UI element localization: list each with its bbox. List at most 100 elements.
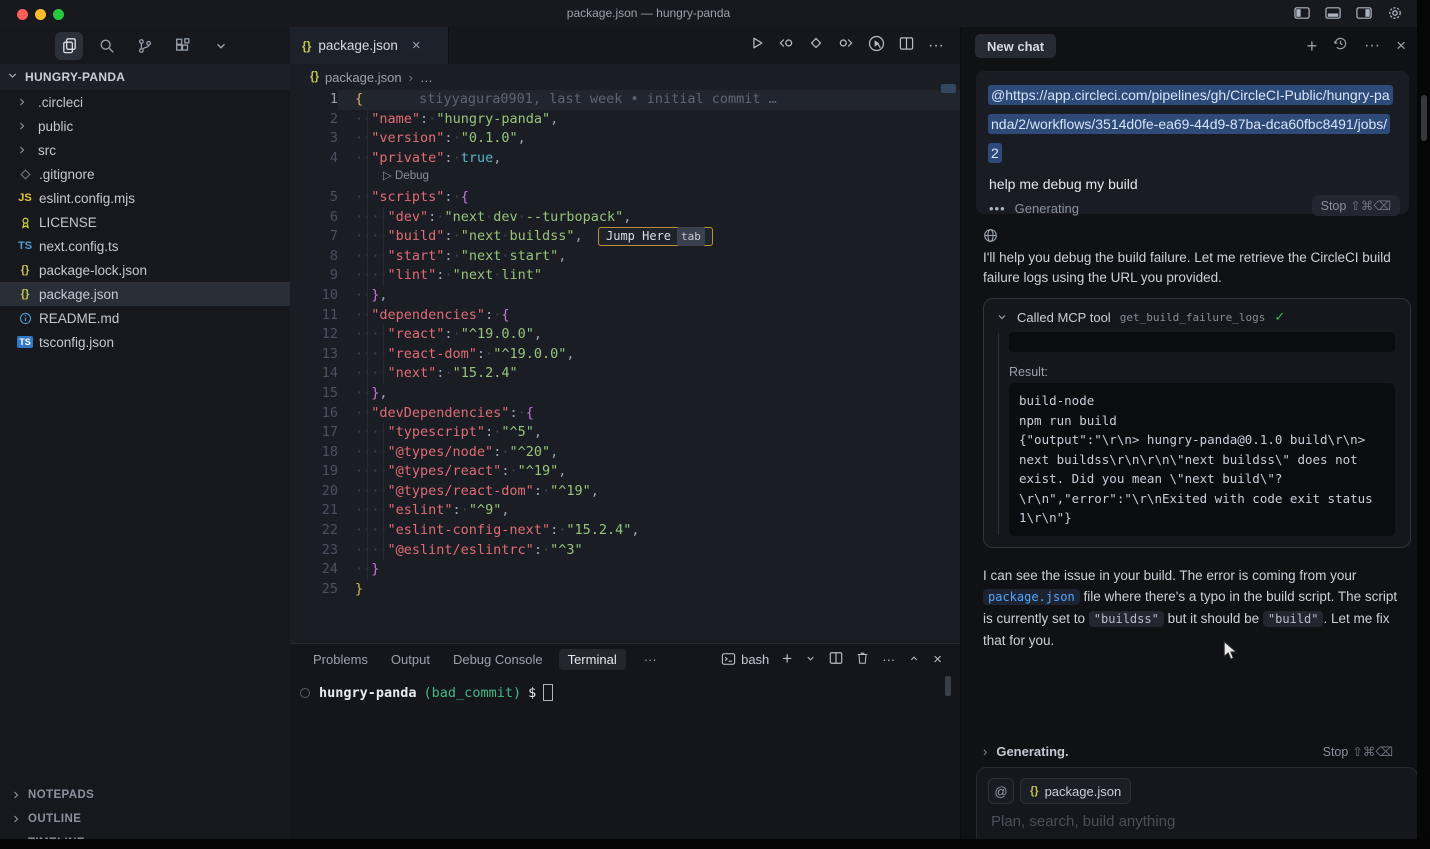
explorer-root-header[interactable]: HUNGRY-PANDA	[0, 64, 290, 90]
toggle-left-sidebar-icon[interactable]	[1294, 5, 1311, 21]
add-context-at-button[interactable]: @	[988, 778, 1014, 804]
sidebar-section-notepads[interactable]: NOTEPADS	[0, 783, 290, 807]
code-line[interactable]: ····"@types/react":·"^19",	[338, 462, 960, 482]
code-line[interactable]: {stiyyagura0901, last week • initial com…	[338, 90, 960, 110]
code-line[interactable]: ··"scripts":·{	[338, 188, 960, 208]
line-number: 25	[290, 580, 338, 600]
breadcrumb-file[interactable]: package.json	[325, 70, 402, 85]
code-line[interactable]: ····"@types/react-dom":·"^19",	[338, 482, 960, 502]
circleci-pipeline-link[interactable]: @https://app.circleci.com/pipelines/gh/C…	[988, 85, 1393, 163]
code-line[interactable]: ····"next":·"15.2.4"	[338, 364, 960, 384]
panel-more-icon[interactable]: ···	[882, 652, 895, 667]
code-line[interactable]: ··"dependencies":·{	[338, 306, 960, 326]
panel-tab-debug-console[interactable]: Debug Console	[453, 652, 543, 667]
chat-input-box[interactable]: @ {} package.json Plan, search, build an…	[976, 767, 1418, 849]
terminal-scrollbar[interactable]	[945, 676, 951, 696]
code-line[interactable]: ··"version":·"0.1.0",	[338, 129, 960, 149]
code-line[interactable]: ····"start":·"next·start",	[338, 247, 960, 267]
breadcrumb[interactable]: {} package.json › …	[290, 64, 960, 90]
toggle-right-sidebar-icon[interactable]	[1356, 5, 1373, 21]
file-tree-item-tsconfig-json[interactable]: TStsconfig.json	[0, 330, 290, 354]
code-line[interactable]: ····"dev":·"next·dev·--turbopack",	[338, 208, 960, 228]
settings-gear-icon[interactable]	[1387, 5, 1403, 21]
page-scrollbar[interactable]	[1421, 95, 1427, 141]
split-terminal-icon[interactable]	[829, 651, 843, 668]
terminal-dropdown-chevron-icon[interactable]	[805, 652, 816, 667]
code-line[interactable]: ····"@eslint/eslintrc":·"^3"	[338, 541, 960, 561]
file-tree-item-readme-md[interactable]: README.md	[0, 306, 290, 330]
mcp-tool-header[interactable]: Called MCP tool get_build_failure_logs ✓	[996, 309, 1285, 325]
next-change-icon[interactable]	[837, 36, 854, 55]
file-tree-item-src[interactable]: src	[0, 138, 290, 162]
code-line[interactable]: ····"lint":·"next·lint"	[338, 266, 960, 286]
close-chat-icon[interactable]: ×	[1396, 36, 1406, 56]
code-line[interactable]: ····"react":·"^19.0.0",	[338, 325, 960, 345]
code-line[interactable]: ··},	[338, 384, 960, 404]
more-actions-icon[interactable]: ···	[928, 37, 944, 55]
jump-here-tooltip[interactable]: Jump Heretab	[598, 227, 713, 246]
context-chip-package-json[interactable]: {} package.json	[1020, 778, 1131, 804]
code-line[interactable]: ····"eslint-config-next":·"15.2.4",	[338, 521, 960, 541]
code-line[interactable]: ····"typescript":·"^5",	[338, 423, 960, 443]
close-tab-icon[interactable]: ×	[412, 37, 421, 54]
extensions-icon[interactable]	[169, 32, 197, 60]
code-line[interactable]: ····"@types/node":·"^20",	[338, 443, 960, 463]
code-line[interactable]: ··}	[338, 560, 960, 580]
code-editor[interactable]: 1{stiyyagura0901, last week • initial co…	[290, 90, 960, 599]
explorer-icon[interactable]	[55, 32, 83, 60]
code-line[interactable]: ··},	[338, 286, 960, 306]
new-terminal-icon[interactable]: +	[782, 649, 792, 669]
toggle-bottom-panel-icon[interactable]	[1325, 5, 1342, 21]
chat-history-icon[interactable]	[1333, 36, 1348, 56]
terminal-prompt[interactable]: hungry-panda (bad_commit) $	[300, 684, 553, 701]
file-tree-item-package-lock-json[interactable]: {}package-lock.json	[0, 258, 290, 282]
file-tree-item--circleci[interactable]: .circleci	[0, 90, 290, 114]
search-icon[interactable]	[93, 32, 121, 60]
run-icon[interactable]	[750, 36, 764, 55]
tab-package-json[interactable]: {} package.json ×	[290, 27, 449, 64]
code-line[interactable]: ··"private":·true,	[338, 149, 960, 169]
more-chevron-icon[interactable]	[207, 32, 235, 60]
stop-generating-button[interactable]: Stop⇧⌘⌫	[1312, 195, 1400, 216]
tool-params-collapsed[interactable]	[1009, 332, 1395, 352]
new-chat-icon[interactable]: +	[1307, 37, 1318, 55]
stop-generating-button[interactable]: Stop⇧⌘⌫	[1314, 741, 1402, 762]
panel-tab-output[interactable]: Output	[391, 652, 430, 667]
tool-success-check-icon: ✓	[1274, 309, 1285, 325]
code-line[interactable]: ··"name":·"hungry-panda",	[338, 110, 960, 130]
code-line[interactable]: }	[338, 580, 960, 600]
chat-tab[interactable]: New chat	[975, 34, 1056, 58]
source-control-icon[interactable]	[131, 32, 159, 60]
previous-change-icon[interactable]	[778, 36, 795, 55]
file-tree-item-package-json[interactable]: {}package.json	[0, 282, 290, 306]
split-editor-icon[interactable]	[899, 36, 914, 56]
change-diamond-icon[interactable]	[809, 36, 823, 55]
panel-tabs-more-icon[interactable]: ···	[644, 652, 657, 667]
file-tree-item-eslint-config-mjs[interactable]: JSeslint.config.mjs	[0, 186, 290, 210]
file-tree-item-public[interactable]: public	[0, 114, 290, 138]
chat-more-icon[interactable]: ···	[1364, 37, 1380, 55]
chevron-down-icon	[996, 311, 1008, 323]
debug-codelens[interactable]: ▷ Debug	[338, 168, 960, 188]
panel-tab-problems[interactable]: Problems	[313, 652, 368, 667]
code-line[interactable]: ····"eslint":·"^9",	[338, 501, 960, 521]
code-line[interactable]: ··"devDependencies":·{	[338, 404, 960, 424]
file-tree-item-license[interactable]: LICENSE	[0, 210, 290, 234]
maximize-panel-chevron-icon[interactable]	[908, 652, 920, 667]
mcp-tool-card[interactable]: Called MCP tool get_build_failure_logs ✓…	[983, 298, 1411, 548]
panel-tab-terminal[interactable]: Terminal	[559, 649, 626, 670]
file-tree-item-next-config-ts[interactable]: TSnext.config.ts	[0, 234, 290, 258]
terminal-shell-chip[interactable]: bash	[721, 652, 769, 667]
gitignore-file-icon	[17, 168, 33, 181]
code-line[interactable]: ····"react-dom":·"^19.0.0",	[338, 345, 960, 365]
run-or-debug-icon[interactable]	[868, 35, 885, 57]
close-panel-icon[interactable]: ×	[933, 651, 942, 668]
kill-terminal-trash-icon[interactable]	[856, 651, 869, 668]
line-number: 3	[290, 129, 338, 149]
editor-scrollbar[interactable]	[941, 84, 956, 93]
window-title: package.json — hungry-panda	[0, 6, 1297, 20]
generating-row[interactable]: › Generating. Stop⇧⌘⌫	[983, 741, 1402, 762]
file-tree-item--gitignore[interactable]: .gitignore	[0, 162, 290, 186]
breadcrumb-more[interactable]: …	[420, 70, 433, 85]
sidebar-section-outline[interactable]: OUTLINE	[0, 807, 290, 831]
